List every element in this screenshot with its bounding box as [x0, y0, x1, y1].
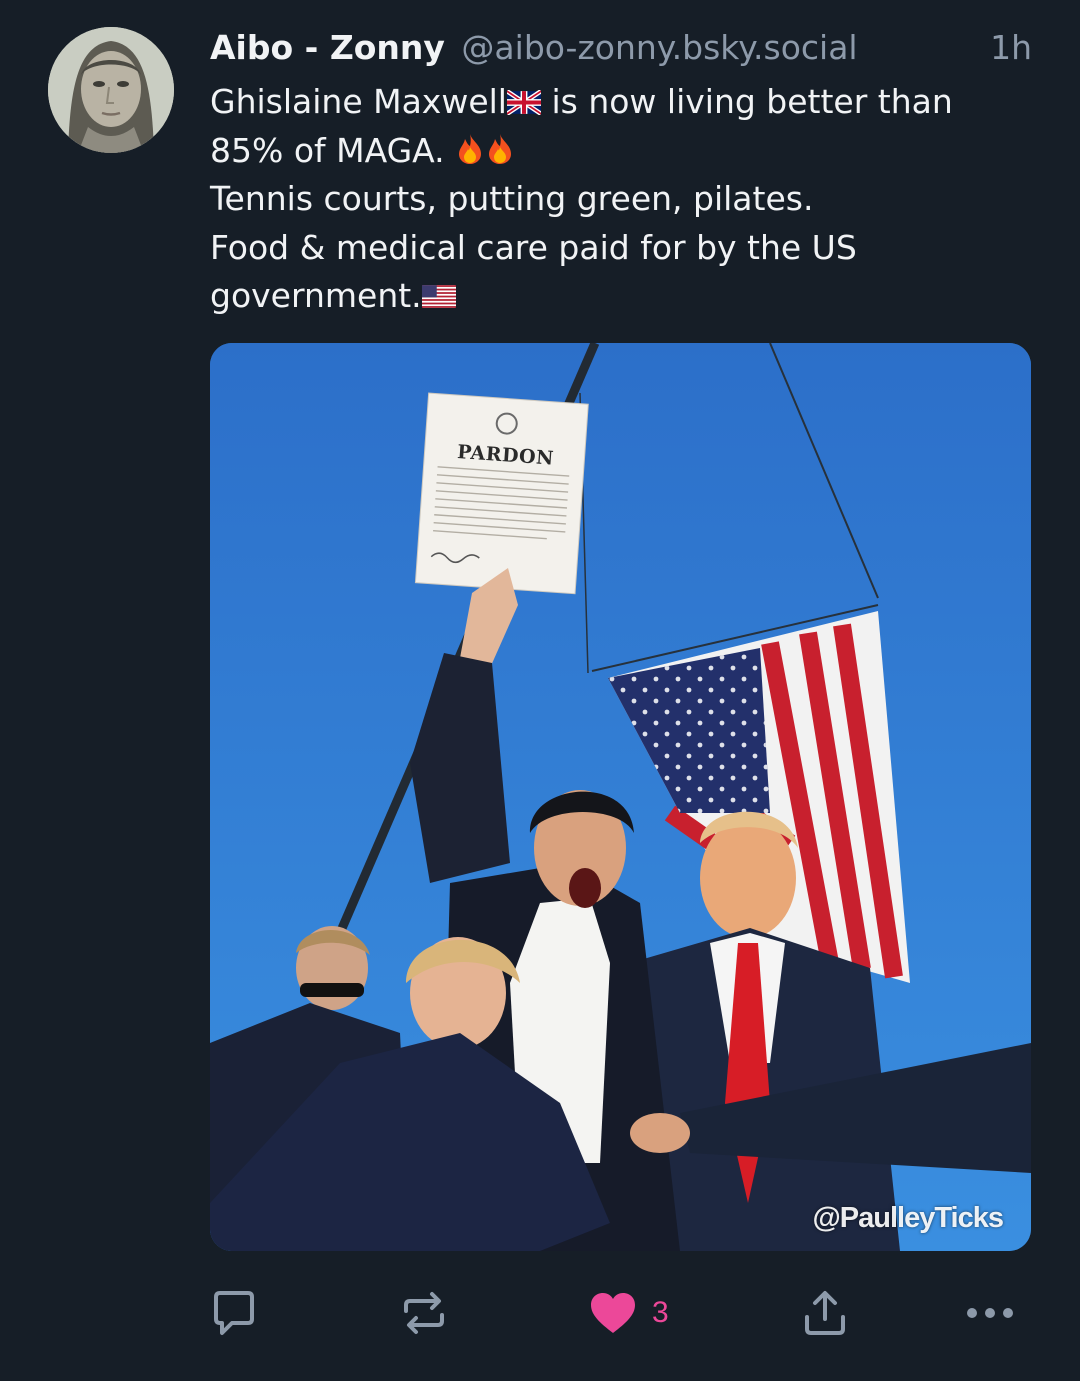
post-text-line: 85% of MAGA. [210, 127, 1030, 176]
author-display-name[interactable]: Aibo - Zonny [210, 28, 445, 67]
post-actions: 3 [0, 1285, 1080, 1345]
author-handle[interactable]: @aibo-zonny.bsky.social [461, 28, 857, 67]
us-flag-icon [421, 285, 456, 308]
fire-icon [489, 133, 512, 164]
image-watermark: @PaulleyTicks [812, 1202, 1004, 1234]
share-button[interactable] [802, 1285, 848, 1341]
post-text: Ghislaine Maxwell is now living better t… [210, 78, 1030, 321]
avatar-portrait-image [48, 27, 174, 153]
post-header: Aibo - Zonny @aibo-zonny.bsky.social 1h [210, 26, 1032, 70]
post-text-segment: government. [210, 276, 422, 315]
ellipsis-icon [967, 1308, 1013, 1318]
uk-flag-icon [506, 90, 541, 115]
post-text-segment: is now living better than [551, 82, 953, 121]
post-text-segment: 85% of MAGA. [210, 130, 445, 170]
like-count: 3 [652, 1296, 669, 1329]
post-image[interactable]: PARDON @PaulleyTicks [210, 343, 1031, 1251]
post[interactable]: Aibo - Zonny @aibo-zonny.bsky.social 1h … [0, 0, 1080, 1381]
like-button[interactable]: 3 [590, 1285, 669, 1341]
heart-icon [591, 1293, 635, 1333]
post-text-segment: Ghislaine Maxwell [210, 82, 507, 121]
fire-icon [459, 133, 482, 164]
post-text-line: Food & medical care paid for by the US [210, 227, 857, 267]
photo-illustration [210, 343, 1031, 1251]
post-text-line: Tennis courts, putting green, pilates. [210, 179, 814, 218]
post-timestamp[interactable]: 1h [990, 26, 1032, 70]
repost-button[interactable] [400, 1285, 448, 1341]
reply-button[interactable] [210, 1285, 258, 1341]
post-text-line: Ghislaine Maxwell is now living better t… [210, 78, 1030, 127]
share-icon [805, 1291, 845, 1335]
pardon-document [414, 392, 589, 595]
speech-bubble-icon [214, 1291, 254, 1335]
avatar[interactable] [48, 27, 174, 153]
post-text-line: government. [210, 272, 1030, 321]
repost-arrows-icon [404, 1292, 444, 1334]
more-options-button[interactable] [965, 1285, 1015, 1341]
